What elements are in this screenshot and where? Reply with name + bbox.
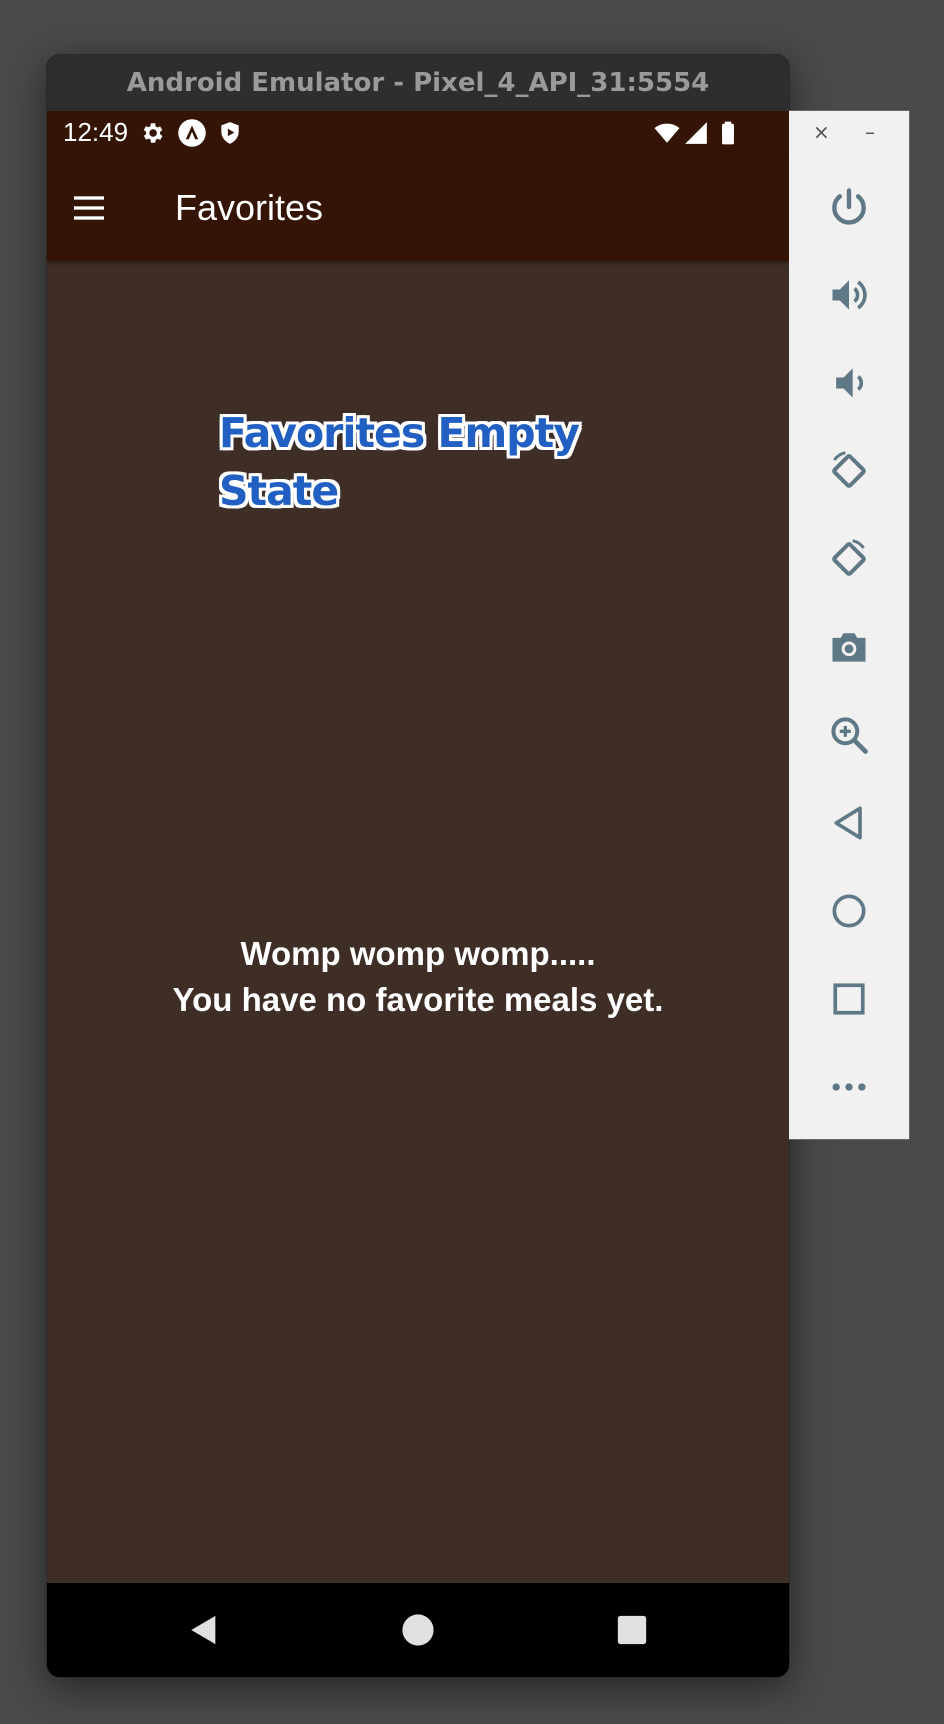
page-title: Favorites bbox=[175, 187, 324, 228]
device-screen: 12:49 Favorites Favorites Empty State Wo… bbox=[47, 111, 789, 1677]
status-time: 12:49 bbox=[63, 117, 129, 147]
window-title: Android Emulator - Pixel_4_API_31:5554 bbox=[126, 68, 710, 98]
annotation-line-1: Favorites Empty bbox=[219, 409, 580, 457]
empty-state-line-2: You have no favorite meals yet. bbox=[172, 981, 664, 1018]
panel-close-button[interactable]: × bbox=[813, 121, 830, 143]
panel-header: × – bbox=[789, 111, 909, 155]
home-icon[interactable] bbox=[827, 889, 871, 933]
overview-icon[interactable] bbox=[827, 977, 871, 1021]
shield-icon bbox=[221, 122, 239, 144]
system-nav-bar bbox=[47, 1583, 789, 1677]
window-title-bar[interactable]: Android Emulator - Pixel_4_API_31:5554 bbox=[47, 55, 789, 111]
battery-icon bbox=[722, 121, 734, 145]
rotate-left-icon[interactable] bbox=[827, 449, 871, 493]
home-circle-icon[interactable] bbox=[401, 1613, 435, 1647]
camera-icon[interactable] bbox=[827, 625, 871, 669]
hamburger-menu-icon[interactable] bbox=[69, 188, 109, 228]
power-icon[interactable] bbox=[827, 185, 871, 229]
panel-minimize-button[interactable]: – bbox=[865, 121, 875, 143]
zoom-icon[interactable] bbox=[827, 713, 871, 757]
back-triangle-icon[interactable] bbox=[187, 1613, 221, 1647]
a-logo-icon bbox=[178, 119, 206, 147]
empty-state-line-1: Womp womp womp..... bbox=[240, 935, 596, 972]
recents-square-icon[interactable] bbox=[615, 1613, 649, 1647]
gear-icon bbox=[143, 123, 163, 143]
volume-down-icon[interactable] bbox=[827, 361, 871, 405]
empty-state-message: Womp womp womp..... You have no favorite… bbox=[47, 931, 789, 1023]
rotate-right-icon[interactable] bbox=[827, 537, 871, 581]
more-icon[interactable] bbox=[827, 1065, 871, 1109]
back-icon[interactable] bbox=[827, 801, 871, 845]
app-bar: Favorites bbox=[47, 155, 789, 261]
volume-up-icon[interactable] bbox=[827, 273, 871, 317]
annotation-line-2: State bbox=[219, 467, 339, 515]
emulator-window: Android Emulator - Pixel_4_API_31:5554 1… bbox=[46, 54, 790, 1678]
cellular-signal-icon bbox=[685, 122, 707, 144]
wifi-icon bbox=[654, 123, 680, 143]
annotation-label: Favorites Empty State bbox=[219, 404, 639, 520]
status-bar: 12:49 bbox=[47, 111, 789, 155]
emulator-side-panel: × – bbox=[789, 110, 910, 1140]
